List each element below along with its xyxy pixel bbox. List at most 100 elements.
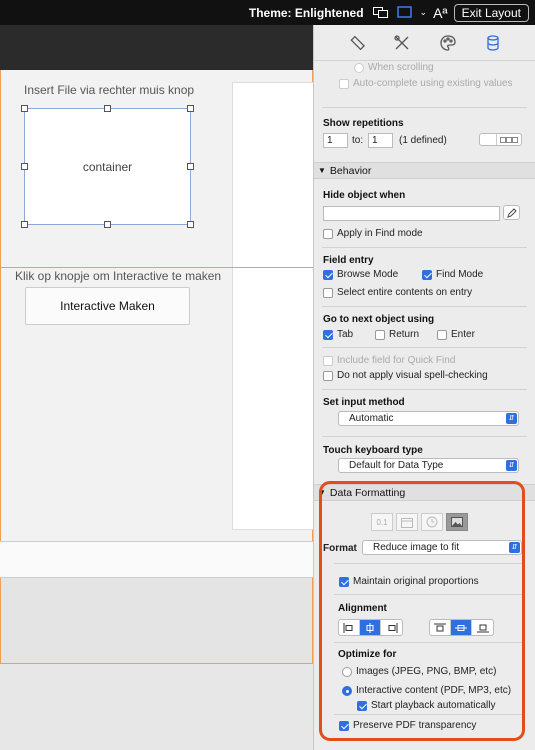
horizontal-alignment-control[interactable] <box>338 619 403 636</box>
palette-icon[interactable] <box>437 32 459 54</box>
layout-below-area <box>0 578 313 664</box>
screen-stencils-icon[interactable] <box>396 5 414 21</box>
find-mode-checkbox[interactable] <box>422 269 432 280</box>
chevron-down-icon[interactable]: ⌄ <box>420 7 428 18</box>
preserve-pdf-option[interactable]: Preserve PDF transparency <box>339 720 476 731</box>
hide-object-field[interactable] <box>323 206 500 221</box>
resize-handle[interactable] <box>187 105 194 112</box>
behavior-section-header[interactable]: ▼ Behavior <box>314 162 535 179</box>
font-size-icon[interactable]: Aª <box>433 5 448 21</box>
select-entire-option[interactable]: Select entire contents on entry <box>323 287 472 298</box>
align-center-icon[interactable] <box>360 620 381 635</box>
vertical-repetition-icon[interactable] <box>480 134 497 145</box>
return-option[interactable]: Return <box>375 329 419 340</box>
autocomplete-option: Auto-complete using existing values <box>339 78 513 89</box>
format-value: Reduce image to fit <box>373 542 460 553</box>
return-checkbox[interactable] <box>375 329 385 340</box>
resize-handle[interactable] <box>104 221 111 228</box>
repetition-from-field[interactable]: 1 <box>323 133 348 148</box>
apply-find-checkbox[interactable] <box>323 228 333 239</box>
browse-mode-option[interactable]: Browse Mode <box>323 269 398 280</box>
disclosure-triangle-icon[interactable]: ▼ <box>318 166 326 175</box>
divider <box>322 247 527 248</box>
enter-checkbox[interactable] <box>437 329 447 340</box>
disclosure-triangle-icon[interactable]: ▼ <box>318 488 326 497</box>
input-method-select[interactable]: Automatic ⇵ <box>338 411 519 426</box>
repetition-to-field[interactable]: 1 <box>368 133 393 148</box>
interactive-maken-button[interactable]: Interactive Maken <box>25 287 190 325</box>
align-right-icon[interactable] <box>381 620 402 635</box>
interactive-content-option[interactable]: Interactive content (PDF, MP3, etc) <box>342 685 511 696</box>
format-select[interactable]: Reduce image to fit ⇵ <box>362 540 522 555</box>
maintain-proportions-label: Maintain original proportions <box>353 576 479 587</box>
tab-option[interactable]: Tab <box>323 329 353 340</box>
database-icon[interactable] <box>482 32 504 54</box>
maintain-proportions-checkbox[interactable] <box>339 576 349 587</box>
browse-mode-checkbox[interactable] <box>323 269 333 280</box>
ruler-icon[interactable] <box>346 32 368 54</box>
calendar-icon[interactable] <box>396 513 418 531</box>
enter-option[interactable]: Enter <box>437 329 475 340</box>
interactive-content-radio[interactable] <box>342 685 352 696</box>
resize-handle[interactable] <box>187 163 194 170</box>
resize-handle[interactable] <box>21 105 28 112</box>
image-icon[interactable] <box>446 513 468 531</box>
preserve-pdf-label: Preserve PDF transparency <box>353 720 477 731</box>
divider <box>334 642 522 643</box>
horizontal-repetition-icon[interactable] <box>497 134 521 145</box>
select-entire-label: Select entire contents on entry <box>337 287 473 298</box>
divider <box>334 563 522 564</box>
apply-find-option[interactable]: Apply in Find mode <box>323 228 423 239</box>
popup-arrows-icon: ⇵ <box>509 542 520 553</box>
align-bottom-icon[interactable] <box>472 620 493 635</box>
spell-check-option[interactable]: Do not apply visual spell-checking <box>323 370 488 381</box>
when-scrolling-option: When scrolling <box>354 62 434 73</box>
tab-checkbox[interactable] <box>323 329 333 340</box>
divider <box>322 347 527 348</box>
images-option[interactable]: Images (JPEG, PNG, BMP, etc) <box>342 666 496 677</box>
show-repetitions-title: Show repetitions <box>323 118 404 129</box>
resize-handle[interactable] <box>21 221 28 228</box>
data-formatting-section-header[interactable]: ▼ Data Formatting <box>314 484 535 501</box>
number-format-button[interactable]: 0.1 <box>371 513 393 531</box>
klik-instruction-label: Klik op knopje om Interactive te maken <box>15 269 222 283</box>
tools-icon[interactable] <box>391 32 413 54</box>
touch-keyboard-select[interactable]: Default for Data Type ⇵ <box>338 458 519 473</box>
enter-label: Enter <box>451 329 475 340</box>
start-playback-label: Start playback automatically <box>371 700 496 711</box>
start-playback-checkbox[interactable] <box>357 700 367 711</box>
web-viewer-field[interactable] <box>232 82 314 530</box>
resize-handle[interactable] <box>104 105 111 112</box>
apply-find-label: Apply in Find mode <box>337 228 423 239</box>
divider <box>322 107 527 108</box>
divider <box>322 436 527 437</box>
repetition-orientation-control[interactable] <box>479 133 522 146</box>
start-playback-option[interactable]: Start playback automatically <box>357 700 496 711</box>
vertical-alignment-control[interactable] <box>429 619 494 636</box>
edit-calculation-button[interactable] <box>503 205 520 220</box>
browse-mode-label: Browse Mode <box>337 269 399 280</box>
maintain-proportions-option[interactable]: Maintain original proportions <box>339 576 479 587</box>
preserve-pdf-checkbox[interactable] <box>339 720 349 731</box>
layout-canvas[interactable]: Insert File via rechter muis knop contai… <box>0 25 314 750</box>
format-type-buttons: 0.1 <box>371 513 468 531</box>
images-option-label: Images (JPEG, PNG, BMP, etc) <box>356 666 497 677</box>
quick-find-option: Include field for Quick Find <box>323 355 455 366</box>
repetition-to-label: to: <box>352 135 364 146</box>
select-entire-checkbox[interactable] <box>323 287 333 298</box>
layout-theme-icon[interactable] <box>372 5 390 21</box>
find-mode-option[interactable]: Find Mode <box>422 269 483 280</box>
align-top-icon[interactable] <box>430 620 451 635</box>
align-left-icon[interactable] <box>339 620 360 635</box>
align-middle-icon[interactable] <box>451 620 472 635</box>
spell-check-label: Do not apply visual spell-checking <box>337 370 488 381</box>
resize-handle[interactable] <box>187 221 194 228</box>
spell-check-checkbox[interactable] <box>323 370 333 381</box>
container-field[interactable]: container <box>24 108 191 225</box>
resize-handle[interactable] <box>21 163 28 170</box>
inspector-tabs <box>314 25 535 61</box>
exit-layout-button[interactable]: Exit Layout <box>453 3 529 22</box>
layout-footer-part <box>0 541 313 578</box>
images-radio[interactable] <box>342 666 352 677</box>
clock-icon[interactable] <box>421 513 443 531</box>
